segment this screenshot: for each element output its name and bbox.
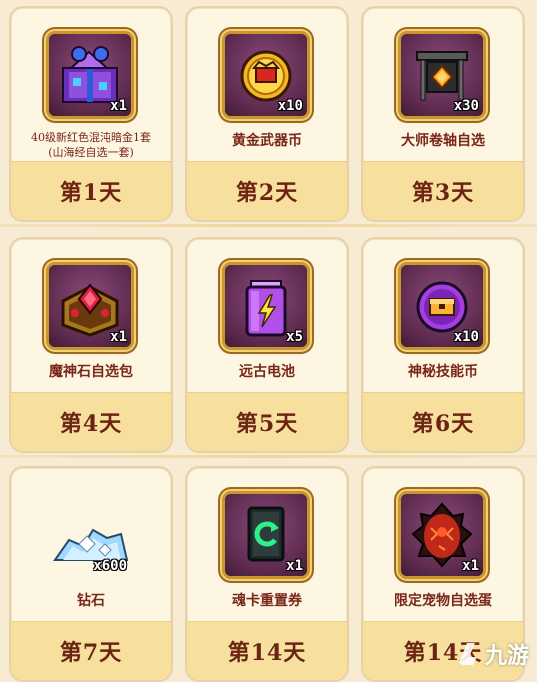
item-name: 限定宠物自选蛋 [394, 593, 492, 609]
item-quantity: x1 [462, 558, 479, 574]
item-frame: x10 [225, 34, 307, 116]
item-quantity: x10 [453, 329, 479, 345]
item-quantity: x1 [110, 98, 127, 114]
reward-card-day-3[interactable]: x30 大师卷轴自选 第3天 [361, 6, 525, 222]
item-frame: x10 [401, 265, 483, 347]
item-frame: x1 [225, 494, 307, 576]
item-quantity: x1 [286, 558, 303, 574]
item-quantity: x1 [110, 329, 127, 345]
watermark: 九游 [453, 638, 529, 670]
item-name: 大师卷轴自选 [401, 133, 485, 149]
day-label: 第6天 [363, 392, 523, 451]
item-name: 钻石 [77, 593, 105, 609]
item-frame: x600 [49, 494, 131, 576]
day-label: 第3天 [363, 161, 523, 220]
reward-card-day-1[interactable]: x1 40级新红色混沌暗金1套 (山海经自选一套) 第1天 [9, 6, 173, 222]
day-label: 第1天 [11, 161, 171, 220]
item-name: 远古电池 [239, 364, 295, 380]
reward-card-day-7[interactable]: x600 钻石 第7天 [9, 466, 173, 682]
day-label: 第14天 [187, 621, 347, 680]
item-quantity: x10 [277, 98, 303, 114]
item-frame: x30 [401, 34, 483, 116]
reward-card-day-2[interactable]: x10 黄金武器币 第2天 [185, 6, 349, 222]
day-label: 第2天 [187, 161, 347, 220]
reward-card-day-6[interactable]: x10 神秘技能币 第6天 [361, 237, 525, 453]
item-quantity: x600 [93, 558, 127, 574]
item-frame: x5 [225, 265, 307, 347]
row-divider [0, 455, 537, 458]
item-name: 魔神石自选包 [49, 364, 133, 380]
item-quantity: x5 [286, 329, 303, 345]
reward-card-day-4[interactable]: x1 魔神石自选包 第4天 [9, 237, 173, 453]
item-name: 魂卡重置券 [232, 593, 302, 609]
day-label: 第4天 [11, 392, 171, 451]
item-quantity: x30 [453, 98, 479, 114]
reward-card-day-14-soul-card[interactable]: x1 魂卡重置券 第14天 [185, 466, 349, 682]
day-label: 第7天 [11, 621, 171, 680]
item-frame: x1 [401, 494, 483, 576]
9game-logo-icon [458, 643, 477, 665]
item-name: 黄金武器币 [232, 133, 302, 149]
watermark-text: 九游 [484, 644, 529, 669]
day-label: 第5天 [187, 392, 347, 451]
item-frame: x1 [49, 34, 131, 116]
row-divider [0, 224, 537, 227]
item-name: 神秘技能币 [408, 364, 478, 380]
item-frame: x1 [49, 265, 131, 347]
reward-card-day-5[interactable]: x5 远古电池 第5天 [185, 237, 349, 453]
item-name: 40级新红色混沌暗金1套 (山海经自选一套) [31, 131, 151, 159]
